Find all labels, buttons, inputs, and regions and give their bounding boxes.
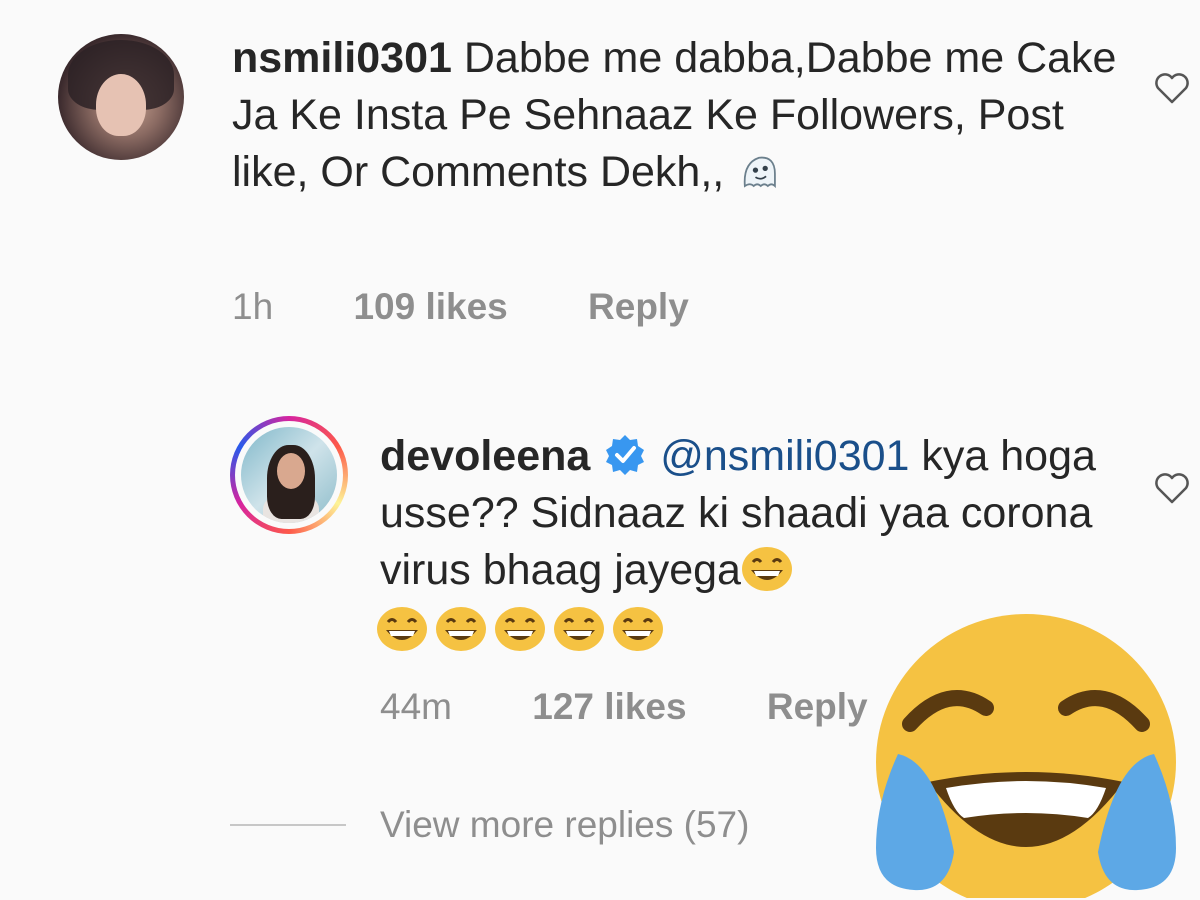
- avatar-face: [96, 74, 146, 136]
- face-with-tears-of-joy-icon: [876, 614, 1176, 898]
- avatar-nsmili0301[interactable]: [58, 34, 184, 160]
- comment-2: devoleena @nsmili0301 kya hoga usse?? Si…: [380, 428, 1100, 599]
- laughing-emoji-icon: [741, 547, 792, 591]
- comment-2-mention[interactable]: @nsmili0301: [660, 432, 909, 480]
- view-replies-divider: [230, 824, 346, 826]
- avatar-photo: [241, 427, 337, 523]
- comment-2-likes[interactable]: 127 likes: [532, 686, 686, 727]
- laughing-emoji-icon: [554, 607, 604, 651]
- like-heart-icon-1[interactable]: [1152, 68, 1192, 108]
- comment-1-username[interactable]: nsmili0301: [232, 34, 452, 82]
- comment-2-username[interactable]: devoleena: [380, 432, 590, 480]
- laughing-emoji-icon: [377, 607, 427, 651]
- comment-1-meta: 1h 109 likes Reply: [232, 286, 689, 328]
- comment-2-time: 44m: [380, 686, 452, 727]
- verified-badge-icon: [606, 435, 645, 475]
- comment-1: nsmili0301 Dabbe me dabba,Dabbe me Cake …: [232, 30, 1132, 201]
- view-more-replies-button[interactable]: View more replies (57): [380, 804, 749, 846]
- avatar-devoleena[interactable]: [230, 416, 348, 534]
- like-heart-icon-2[interactable]: [1152, 468, 1192, 508]
- comment-2-reply-button[interactable]: Reply: [767, 686, 868, 727]
- comment-1-time: 1h: [232, 286, 274, 327]
- laughing-emoji-icon: [613, 607, 663, 651]
- laughing-emoji-icon: [436, 607, 486, 651]
- laughing-emoji-row: [376, 606, 664, 656]
- comment-1-reply-button[interactable]: Reply: [588, 286, 689, 327]
- comment-2-meta: 44m 127 likes Reply: [380, 686, 868, 728]
- ghost-emoji-icon: [743, 156, 776, 189]
- laughing-emoji-icon: [495, 607, 545, 651]
- comment-1-likes[interactable]: 109 likes: [353, 286, 507, 327]
- avatar-face: [277, 453, 305, 489]
